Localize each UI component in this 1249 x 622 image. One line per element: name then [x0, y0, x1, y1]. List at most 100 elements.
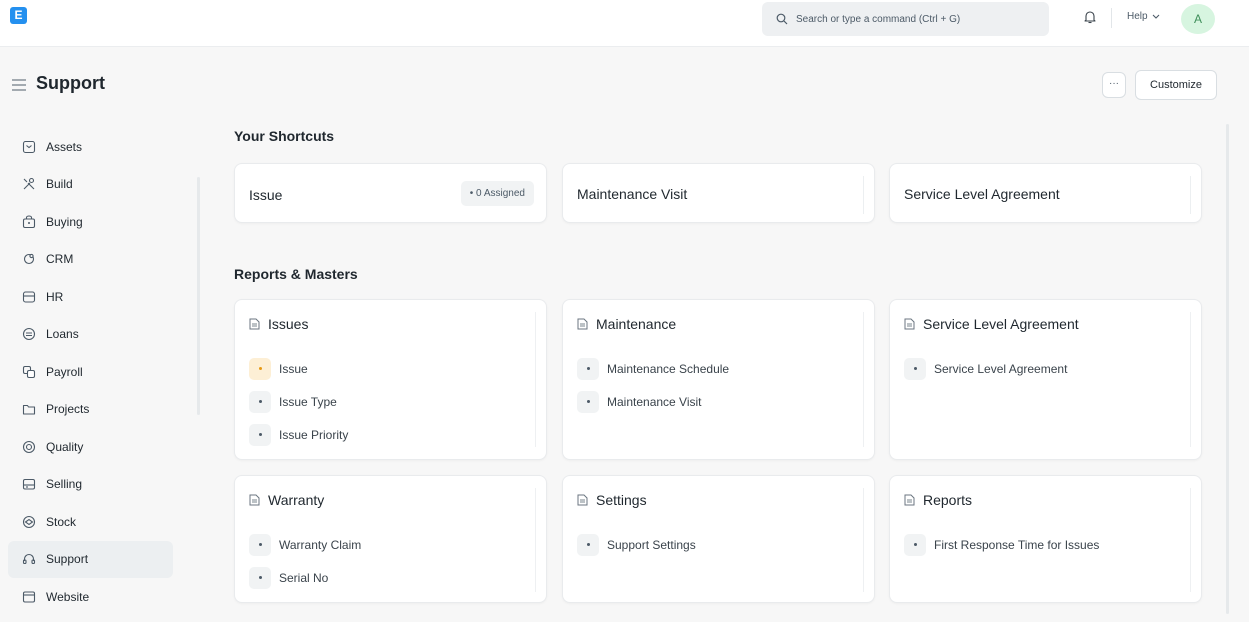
sidebar-item-crm[interactable]: CRM: [8, 241, 173, 279]
bullet-dot-icon: [249, 390, 271, 413]
bell-icon[interactable]: [1082, 9, 1098, 25]
more-options-button[interactable]: ···: [1102, 72, 1126, 98]
loan-icon: [22, 328, 36, 341]
sidebar-item-projects[interactable]: Projects: [8, 391, 173, 429]
link-list: Issue Issue Type Issue Priority: [249, 352, 348, 451]
shortcut-label: Maintenance Visit: [577, 186, 688, 202]
assigned-badge: • 0 Assigned: [460, 181, 534, 206]
website-icon: [22, 591, 36, 603]
shortcut-maintenance-visit[interactable]: Maintenance Visit: [562, 163, 875, 223]
tools-icon: [23, 178, 35, 190]
card-divider: [535, 488, 536, 592]
bullet-dot-icon: [249, 566, 271, 589]
document-icon: [577, 494, 588, 506]
shortcut-service-level-agreement[interactable]: Service Level Agreement: [889, 163, 1202, 223]
help-dropdown[interactable]: Help: [1127, 11, 1160, 22]
card-title: Service Level Agreement: [904, 316, 1079, 332]
crm-icon: [23, 254, 35, 265]
link-maintenance-visit[interactable]: Maintenance Visit: [577, 385, 729, 418]
link-label: Issue Priority: [279, 427, 349, 442]
quality-icon: [22, 440, 36, 453]
sidebar-item-quality[interactable]: Quality: [8, 428, 173, 466]
reports-section-title: Reports & Masters: [234, 266, 358, 282]
link-support-settings[interactable]: Support Settings: [577, 528, 696, 561]
sidebar-item-label: Stock: [46, 514, 77, 529]
customize-button[interactable]: Customize: [1135, 70, 1217, 100]
help-label: Help: [1127, 11, 1148, 22]
link-service-level-agreement[interactable]: Service Level Agreement: [904, 352, 1067, 385]
card-divider: [1190, 176, 1191, 214]
link-label: First Response Time for Issues: [934, 537, 1100, 552]
bullet-dot-icon: [904, 357, 926, 380]
card-title-label: Service Level Agreement: [923, 316, 1079, 332]
card-divider: [1190, 488, 1191, 592]
sidebar-item-support[interactable]: Support: [8, 540, 173, 578]
card-title-label: Warranty: [268, 492, 325, 508]
sidebar-scrollbar[interactable]: [197, 177, 200, 415]
card-title: Issues: [249, 316, 308, 332]
link-first-response-time[interactable]: First Response Time for Issues: [904, 528, 1099, 561]
card-divider: [1190, 312, 1191, 447]
shortcut-label: Service Level Agreement: [904, 186, 1060, 202]
link-warranty-claim[interactable]: Warranty Claim: [249, 528, 361, 561]
sidebar-item-assets[interactable]: Assets: [8, 128, 173, 166]
sidebar-item-label: HR: [46, 289, 64, 304]
warning-dot-icon: [249, 357, 271, 380]
sidebar-item-stock[interactable]: Stock: [8, 503, 173, 541]
link-issue[interactable]: Issue: [249, 352, 348, 385]
sidebar-item-label: Assets: [46, 139, 83, 154]
card-maintenance: Maintenance Maintenance Schedule Mainten…: [562, 299, 875, 460]
search-placeholder: Search or type a command (Ctrl + G): [796, 13, 961, 25]
link-label: Warranty Claim: [279, 537, 362, 552]
link-label: Maintenance Schedule: [607, 361, 730, 376]
search-icon: [776, 13, 788, 25]
link-label: Service Level Agreement: [934, 361, 1068, 376]
card-divider: [863, 176, 864, 214]
card-reports: Reports First Response Time for Issues: [889, 475, 1202, 603]
card-issues: Issues Issue Issue Type Issue Priority: [234, 299, 547, 460]
card-title: Reports: [904, 492, 972, 508]
shortcut-label: Issue: [249, 187, 283, 203]
sidebar-item-label: Build: [46, 177, 73, 192]
hamburger-menu-icon[interactable]: [12, 79, 26, 91]
card-divider: [535, 312, 536, 447]
shortcut-issue[interactable]: Issue • 0 Assigned: [234, 163, 547, 223]
link-maintenance-schedule[interactable]: Maintenance Schedule: [577, 352, 729, 385]
sidebar-item-hr[interactable]: HR: [8, 278, 173, 316]
navbar-divider: [1111, 8, 1112, 28]
card-service-level-agreement: Service Level Agreement Service Level Ag…: [889, 299, 1202, 460]
card-title-label: Settings: [596, 492, 647, 508]
sidebar-item-label: Buying: [46, 214, 83, 229]
bullet-dot-icon: [577, 357, 599, 380]
card-title-label: Issues: [268, 316, 309, 332]
link-serial-no[interactable]: Serial No: [249, 561, 361, 594]
bullet-dot-icon: [904, 533, 926, 556]
bullet-dot-icon: [249, 533, 271, 556]
card-title-label: Maintenance: [596, 316, 677, 332]
sidebar-item-loans[interactable]: Loans: [8, 316, 173, 354]
card-settings: Settings Support Settings: [562, 475, 875, 603]
card-divider: [863, 312, 864, 447]
link-list: Support Settings: [577, 528, 696, 561]
link-issue-type[interactable]: Issue Type: [249, 385, 348, 418]
avatar[interactable]: A: [1181, 4, 1215, 34]
bullet-dot-icon: [577, 533, 599, 556]
sidebar-item-build[interactable]: Build: [8, 166, 173, 204]
card-title: Warranty: [249, 492, 324, 508]
main-scrollbar[interactable]: [1226, 124, 1229, 614]
sidebar-item-label: Loans: [46, 327, 79, 342]
sidebar-item-website[interactable]: Website: [8, 578, 173, 616]
app-logo[interactable]: E: [10, 7, 27, 24]
link-list: Service Level Agreement: [904, 352, 1067, 385]
hr-icon: [22, 291, 36, 303]
link-issue-priority[interactable]: Issue Priority: [249, 418, 348, 451]
sidebar-item-buying[interactable]: Buying: [8, 203, 173, 241]
sidebar-item-label: Quality: [46, 439, 84, 454]
card-title-label: Reports: [923, 492, 973, 508]
sidebar: Assets Build Buying CRM HR Loans Payroll…: [8, 128, 173, 616]
sidebar-item-payroll[interactable]: Payroll: [8, 353, 173, 391]
link-list: Warranty Claim Serial No: [249, 528, 361, 594]
document-icon: [904, 318, 915, 330]
search-bar[interactable]: Search or type a command (Ctrl + G): [762, 2, 1049, 36]
sidebar-item-selling[interactable]: Selling: [8, 466, 173, 504]
